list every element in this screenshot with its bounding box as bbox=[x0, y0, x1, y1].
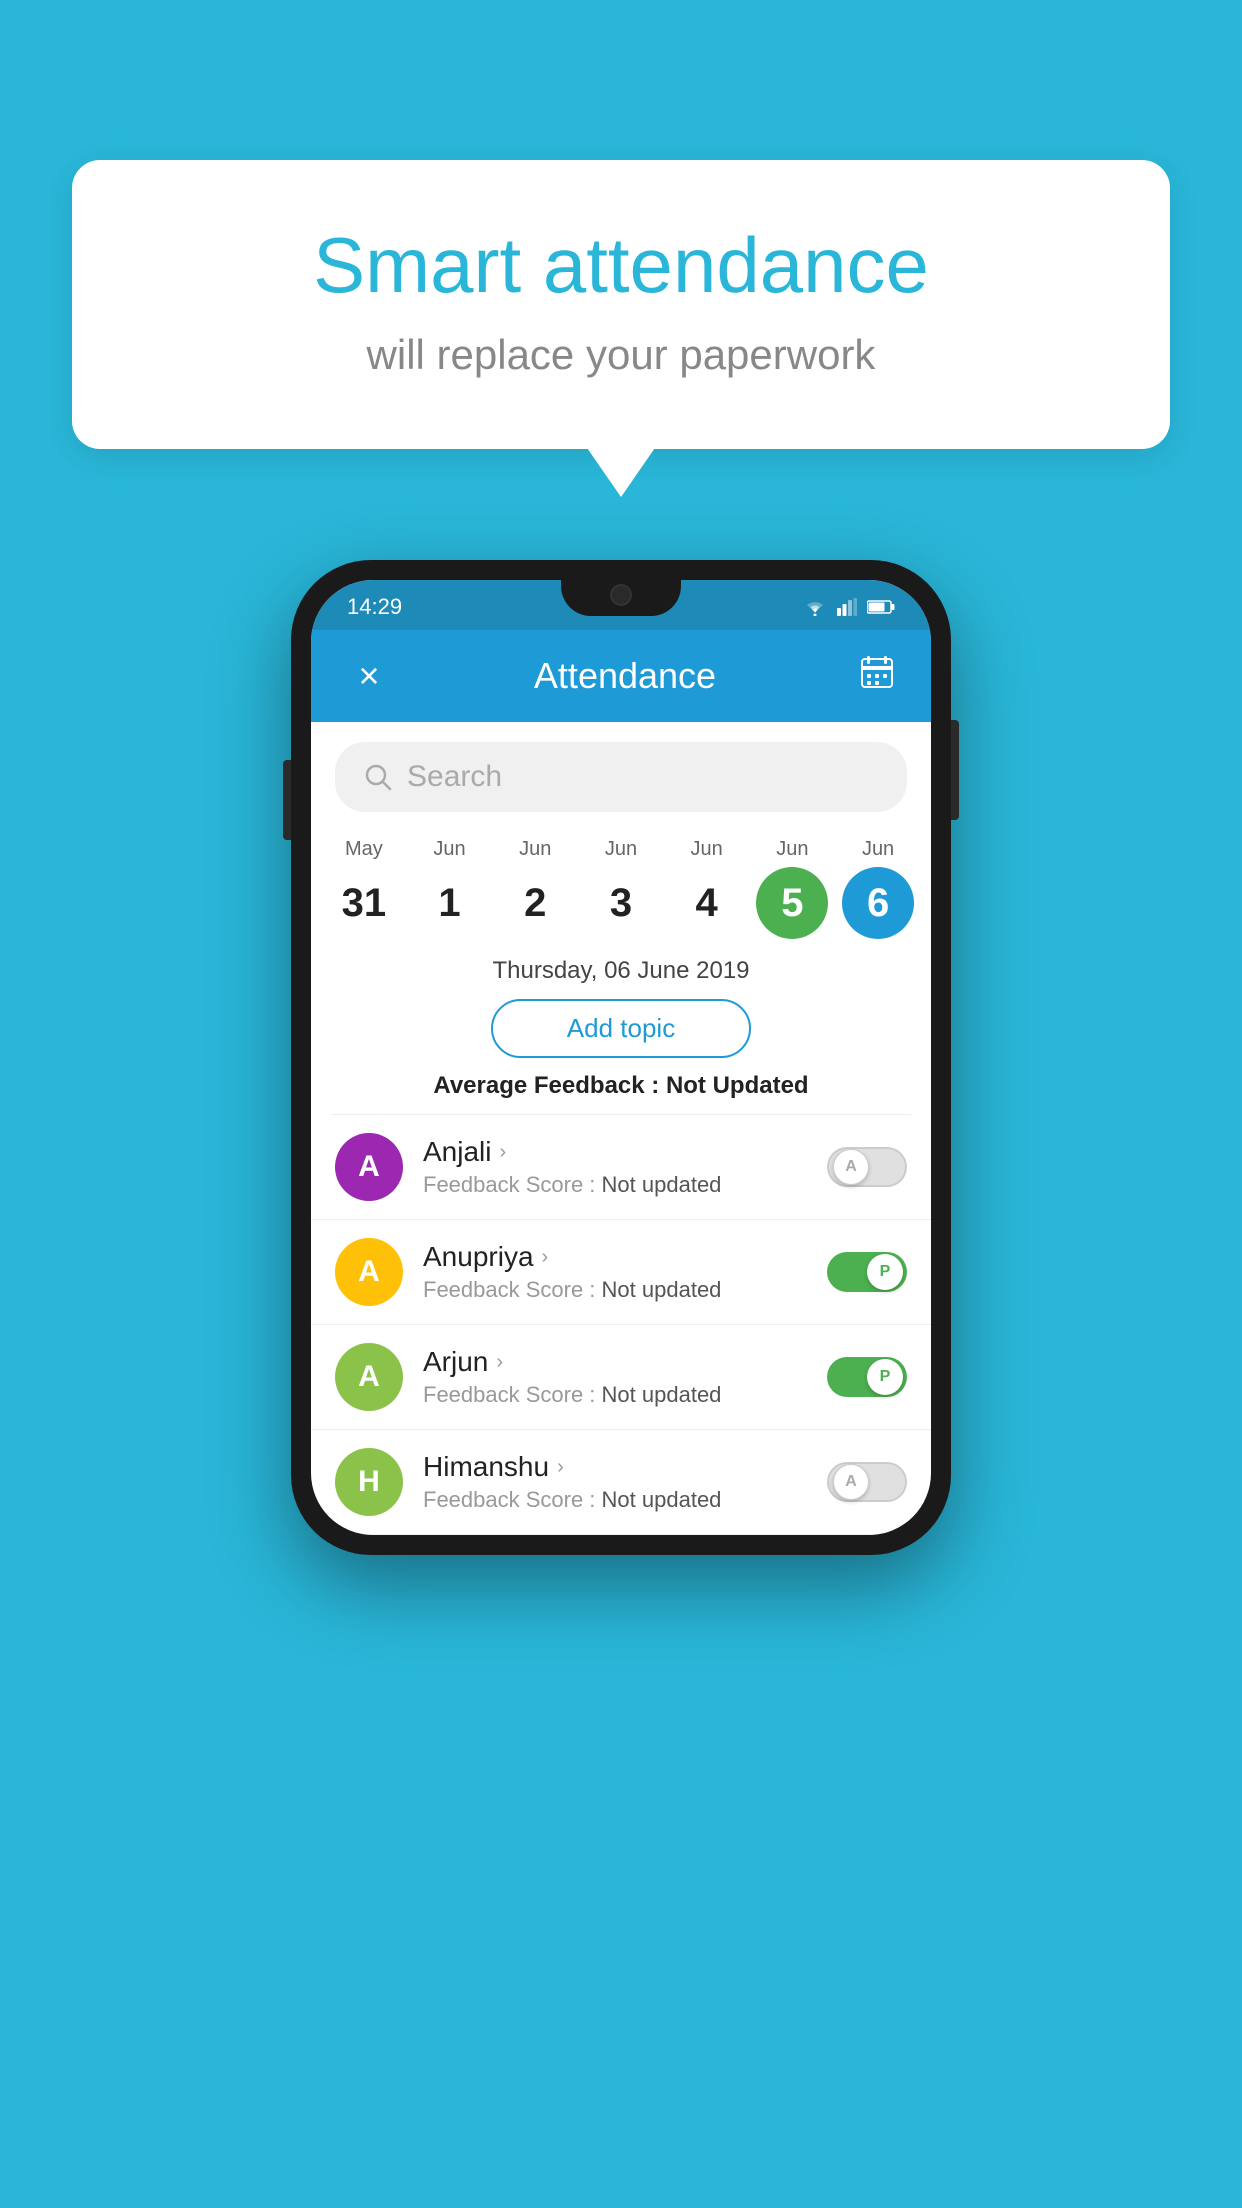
toggle-knob: P bbox=[867, 1359, 903, 1395]
student-list-item[interactable]: AAnjali ›Feedback Score : Not updatedA bbox=[311, 1115, 931, 1220]
signal-icon bbox=[837, 598, 857, 616]
student-avatar: A bbox=[335, 1343, 403, 1411]
chevron-right-icon: › bbox=[496, 1351, 503, 1374]
student-feedback: Feedback Score : Not updated bbox=[423, 1172, 827, 1198]
student-info: Anjali › Feedback Score : Not updated bbox=[423, 1136, 827, 1198]
app-header: × Attendance bbox=[311, 630, 931, 722]
feedback-value: Not updated bbox=[602, 1382, 722, 1407]
phone-notch bbox=[561, 580, 681, 616]
student-list-item[interactable]: A Anupriya › Feedback Score : Not updated P bbox=[311, 1220, 931, 1325]
cal-date-number: 3 bbox=[585, 867, 657, 939]
avg-feedback-label: Average Feedback : bbox=[433, 1072, 666, 1099]
avg-feedback-value: Not Updated bbox=[666, 1072, 809, 1099]
cal-date-number: 4 bbox=[671, 867, 743, 939]
phone-body: 14:29 bbox=[291, 560, 951, 1555]
search-icon bbox=[363, 762, 393, 792]
student-feedback: Feedback Score : Not updated bbox=[423, 1382, 827, 1408]
toggle-switch[interactable]: A bbox=[827, 1147, 907, 1187]
search-bar[interactable]: Search bbox=[335, 742, 907, 812]
student-feedback: Feedback Score : Not updated bbox=[423, 1277, 827, 1303]
status-icons bbox=[803, 598, 895, 616]
feedback-value: Not updated bbox=[602, 1172, 722, 1197]
attendance-toggle[interactable]: P bbox=[827, 1357, 907, 1397]
cal-date-number: 1 bbox=[414, 867, 486, 939]
calendar-day[interactable]: Jun 1 bbox=[411, 838, 489, 939]
student-list: AAnjali ›Feedback Score : Not updatedAAA… bbox=[311, 1115, 931, 1535]
bubble-subtitle: will replace your paperwork bbox=[152, 331, 1090, 379]
calendar-row: May 31 Jun 1 Jun 2 Jun 3 Jun 4 Jun 5 Jun 6 bbox=[311, 822, 931, 939]
bubble-title: Smart attendance bbox=[152, 220, 1090, 311]
search-placeholder: Search bbox=[407, 760, 502, 794]
student-name: Arjun › bbox=[423, 1346, 827, 1378]
toggle-knob: A bbox=[833, 1464, 869, 1500]
cal-month-label: Jun bbox=[433, 838, 465, 861]
toggle-knob: P bbox=[867, 1254, 903, 1290]
calendar-day[interactable]: Jun 4 bbox=[668, 838, 746, 939]
add-topic-button[interactable]: Add topic bbox=[491, 999, 751, 1058]
calendar-day[interactable]: May 31 bbox=[325, 838, 403, 939]
selected-date-label: Thursday, 06 June 2019 bbox=[311, 957, 931, 985]
calendar-day[interactable]: Jun 6 bbox=[839, 838, 917, 939]
cal-date-number: 31 bbox=[328, 867, 400, 939]
toggle-knob: A bbox=[833, 1149, 869, 1185]
calendar-icon[interactable] bbox=[859, 654, 895, 698]
toggle-switch[interactable]: A bbox=[827, 1462, 907, 1502]
chevron-right-icon: › bbox=[499, 1141, 506, 1164]
cal-date-number: 6 bbox=[842, 867, 914, 939]
cal-date-number: 2 bbox=[499, 867, 571, 939]
calendar-day[interactable]: Jun 5 bbox=[753, 838, 831, 939]
toggle-switch[interactable]: P bbox=[827, 1357, 907, 1397]
attendance-toggle[interactable]: P bbox=[827, 1252, 907, 1292]
student-info: Anupriya › Feedback Score : Not updated bbox=[423, 1241, 827, 1303]
student-name: Anjali › bbox=[423, 1136, 827, 1168]
calendar-day[interactable]: Jun 3 bbox=[582, 838, 660, 939]
speech-bubble: Smart attendance will replace your paper… bbox=[72, 160, 1170, 449]
student-info: Himanshu › Feedback Score : Not updated bbox=[423, 1451, 827, 1513]
cal-month-label: Jun bbox=[691, 838, 723, 861]
student-name: Anupriya › bbox=[423, 1241, 827, 1273]
avg-feedback: Average Feedback : Not Updated bbox=[311, 1072, 931, 1100]
feedback-value: Not updated bbox=[602, 1487, 722, 1512]
student-feedback: Feedback Score : Not updated bbox=[423, 1487, 827, 1513]
battery-icon bbox=[867, 599, 895, 615]
student-avatar: A bbox=[335, 1238, 403, 1306]
student-list-item[interactable]: A Arjun › Feedback Score : Not updated P bbox=[311, 1325, 931, 1430]
cal-month-label: May bbox=[345, 838, 383, 861]
student-name: Himanshu › bbox=[423, 1451, 827, 1483]
wifi-icon bbox=[803, 598, 827, 616]
student-avatar: A bbox=[335, 1133, 403, 1201]
close-button[interactable]: × bbox=[347, 655, 391, 697]
student-avatar: H bbox=[335, 1448, 403, 1516]
phone-frame: 14:29 bbox=[291, 560, 951, 1555]
feedback-value: Not updated bbox=[602, 1277, 722, 1302]
attendance-toggle[interactable]: A bbox=[827, 1147, 907, 1187]
calendar-day[interactable]: Jun 2 bbox=[496, 838, 574, 939]
student-list-item[interactable]: H Himanshu › Feedback Score : Not updatedA bbox=[311, 1430, 931, 1535]
header-title: Attendance bbox=[534, 655, 716, 697]
cal-month-label: Jun bbox=[519, 838, 551, 861]
phone-screen: 14:29 bbox=[311, 580, 931, 1535]
toggle-switch[interactable]: P bbox=[827, 1252, 907, 1292]
cal-month-label: Jun bbox=[862, 838, 894, 861]
attendance-toggle[interactable]: A bbox=[827, 1462, 907, 1502]
chevron-right-icon: › bbox=[557, 1456, 564, 1479]
chevron-right-icon: › bbox=[542, 1246, 549, 1269]
cal-date-number: 5 bbox=[756, 867, 828, 939]
student-info: Arjun › Feedback Score : Not updated bbox=[423, 1346, 827, 1408]
status-time: 14:29 bbox=[347, 594, 402, 620]
cal-month-label: Jun bbox=[776, 838, 808, 861]
cal-month-label: Jun bbox=[605, 838, 637, 861]
phone-camera bbox=[610, 584, 632, 606]
